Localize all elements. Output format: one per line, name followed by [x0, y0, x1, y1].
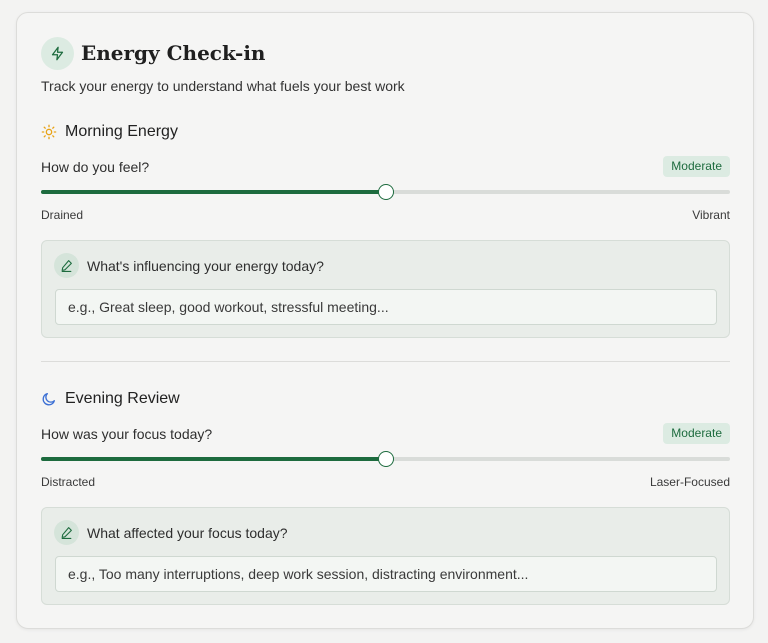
morning-status-badge: Moderate: [663, 156, 730, 177]
morning-energy-slider[interactable]: [41, 184, 730, 200]
morning-energy-header: Morning Energy: [41, 121, 730, 143]
evening-review-header: Evening Review: [41, 388, 730, 410]
slider-fill: [41, 457, 386, 461]
morning-note-prompt: What's influencing your energy today?: [87, 258, 324, 274]
evening-note-box: What affected your focus today?: [41, 507, 730, 605]
section-divider: [41, 361, 730, 362]
morning-note-box: What's influencing your energy today?: [41, 240, 730, 338]
moon-icon: [41, 391, 57, 407]
lightning-bolt-icon: [41, 37, 74, 70]
slider-fill: [41, 190, 386, 194]
pencil-icon: [54, 253, 79, 278]
slider-min-label: Distracted: [41, 475, 96, 489]
energy-checkin-card: Energy Check-in Track your energy to und…: [16, 12, 754, 629]
morning-energy-section: Morning Energy How do you feel? Moderate…: [41, 121, 730, 341]
slider-min-label: Drained: [41, 208, 84, 222]
evening-focus-slider[interactable]: [41, 451, 730, 467]
evening-status-badge: Moderate: [663, 423, 730, 444]
evening-review-title: Evening Review: [65, 390, 180, 407]
evening-question: How was your focus today?: [41, 426, 213, 442]
evening-note-prompt: What affected your focus today?: [87, 525, 288, 541]
morning-question: How do you feel?: [41, 159, 150, 175]
page-title: Energy Check-in: [81, 41, 266, 65]
pencil-icon: [54, 520, 79, 545]
sun-icon: [41, 124, 57, 140]
slider-max-label: Laser-Focused: [649, 475, 730, 489]
evening-review-section: Evening Review How was your focus today?…: [41, 388, 730, 608]
slider-thumb[interactable]: [377, 451, 394, 467]
slider-thumb[interactable]: [377, 184, 394, 200]
morning-note-input[interactable]: [55, 289, 717, 325]
slider-max-label: Vibrant: [692, 208, 730, 222]
page-subtitle: Track your energy to understand what fue…: [41, 78, 405, 94]
morning-energy-title: Morning Energy: [65, 123, 178, 140]
evening-note-input[interactable]: [55, 556, 717, 592]
